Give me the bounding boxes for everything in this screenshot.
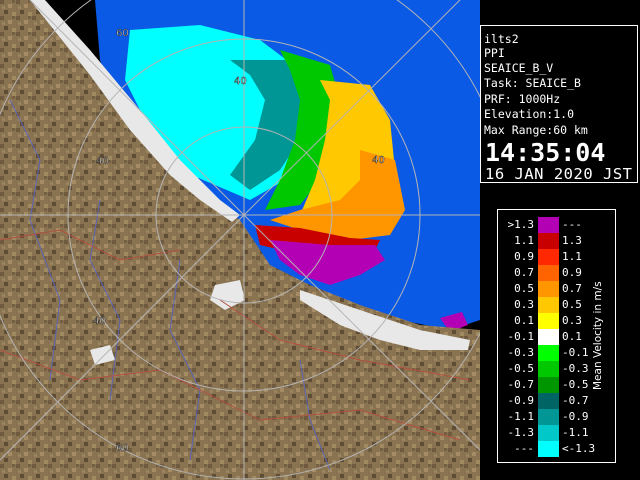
legend-row: 0.9 1.1 (498, 249, 604, 265)
legend-lower-bound: 0.9 (514, 250, 534, 263)
legend-lower-bound: 0.7 (514, 266, 534, 279)
legend-row: 0.5 0.7 (498, 281, 604, 297)
range-label: 40 (93, 316, 106, 327)
legend-lower-bound: --- (514, 442, 534, 455)
legend-lower-bound: -0.5 (507, 362, 535, 375)
legend-swatch (538, 297, 559, 313)
legend-lower-bound: 0.3 (514, 298, 534, 311)
radar-info-panel: ilts2 PPI SEAICE_B_V Task: SEAICE_B PRF:… (480, 25, 638, 183)
legend-lower-bound: 1.1 (514, 234, 534, 247)
max-range-value: Max Range:60 km (484, 123, 588, 137)
legend-row: -0.9 -0.7 (498, 393, 604, 409)
legend-lower-bound: -1.3 (507, 426, 535, 439)
radar-ppi-display: 60 40 40 40 40 60 (0, 0, 480, 480)
legend-row: -0.7 -0.5 (498, 377, 604, 393)
legend-swatch (538, 377, 559, 393)
legend-row: 0.7 0.9 (498, 265, 604, 281)
legend-swatch (538, 409, 559, 425)
legend-swatch (538, 313, 559, 329)
legend-lower-bound: -0.3 (507, 346, 535, 359)
legend-row: --- <-1.3 (498, 441, 604, 457)
legend-swatch (538, 233, 559, 249)
legend-row: 0.3 0.5 (498, 297, 604, 313)
legend-swatch (538, 281, 559, 297)
legend-swatch (538, 393, 559, 409)
legend-swatch (538, 329, 559, 345)
elevation-value: Elevation:1.0 (484, 107, 575, 121)
legend-lower-bound: 0.1 (514, 314, 534, 327)
prf-value: PRF: 1000Hz (484, 92, 561, 106)
range-label: 40 (372, 155, 385, 166)
legend-swatch (538, 425, 559, 441)
legend-row: -0.3 -0.1 (498, 345, 604, 361)
legend-row: 0.1 0.3 (498, 313, 604, 329)
range-label: 60 (116, 443, 129, 454)
legend-lower-bound: -0.9 (507, 394, 535, 407)
range-label: 40 (96, 156, 109, 167)
velocity-color-legend: >1.3 --- 1.1 1.3 0.9 1.1 0.7 0.9 0.5 0.7 0.3 0.5 0.1… (497, 209, 616, 463)
legend-title: Mean Velocity in m/s (592, 281, 604, 391)
product-type: PPI (484, 46, 505, 60)
legend-lower-bound: -1.1 (507, 410, 535, 423)
observation-date: 16 JAN 2020 JST (485, 165, 633, 183)
task-name: Task: SEAICE_B (484, 76, 581, 90)
legend-row: >1.3 --- (498, 217, 604, 233)
site-name: ilts2 (484, 32, 519, 46)
volume-name: SEAICE_B_V (484, 61, 554, 75)
legend-swatch (538, 217, 559, 233)
legend-row: -1.3 -1.1 (498, 425, 604, 441)
legend-swatch (538, 441, 559, 457)
legend-row: -0.5 -0.3 (498, 361, 604, 377)
legend-lower-bound: 0.5 (514, 282, 534, 295)
range-label: 60 (116, 28, 129, 39)
legend-swatch (538, 249, 559, 265)
legend-lower-bound: -0.7 (507, 378, 535, 391)
legend-swatch (538, 361, 559, 377)
range-label: 40 (234, 76, 247, 87)
legend-row: -0.1 0.1 (498, 329, 604, 345)
legend-row: -1.1 -0.9 (498, 409, 604, 425)
legend-lower-bound: -0.1 (507, 330, 535, 343)
observation-time: 14:35:04 (485, 138, 606, 167)
legend-swatch (538, 345, 559, 361)
legend-lower-bound: >1.3 (507, 218, 535, 231)
legend-row: 1.1 1.3 (498, 233, 604, 249)
legend-swatch (538, 265, 559, 281)
